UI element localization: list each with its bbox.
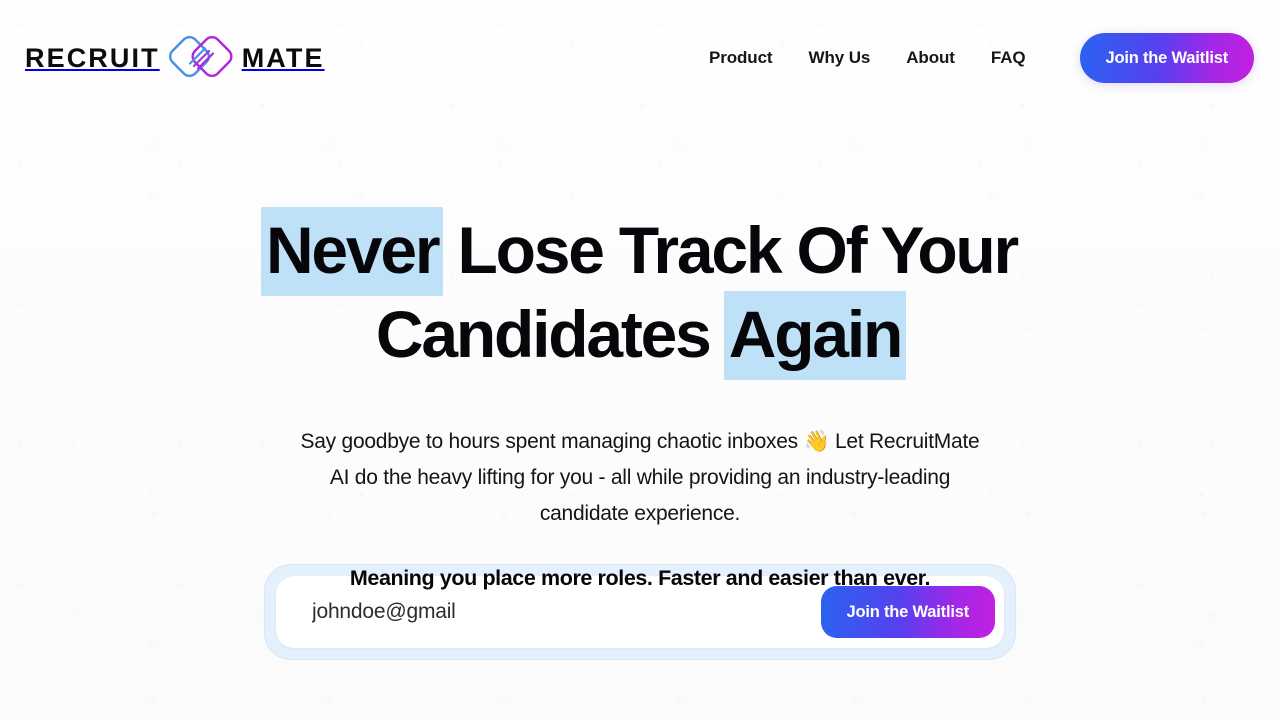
brand-word-mate: MATE xyxy=(241,42,325,73)
brand-word-recruit: RECRUIT xyxy=(25,42,160,73)
hero-title-line-2-lead: Candidates xyxy=(375,297,726,371)
main-navigation: Product Why Us About FAQ Join the Waitli… xyxy=(699,33,1254,83)
nav-item-product[interactable]: Product xyxy=(699,48,791,68)
site-header: RECRUIT MATE Product Why Us About FAQ Jo… xyxy=(0,0,1280,116)
hero-subtitle: Say goodbye to hours spent managing chao… xyxy=(300,430,980,525)
nav-item-why-us[interactable]: Why Us xyxy=(791,48,889,68)
hero-title-line-1: Never Lose Track Of Your xyxy=(0,207,1280,296)
hero-title-highlight-again: Again xyxy=(723,291,907,380)
hero-kicker-text: Meaning you place more roles. Faster and… xyxy=(349,566,931,590)
nav-item-faq[interactable]: FAQ xyxy=(973,48,1044,68)
hero-section: Never Lose Track Of Your Candidates Agai… xyxy=(0,116,1280,720)
hero-title-highlight-never: Never xyxy=(260,207,444,296)
hero-title-line-1-rest: Lose Track Of Your xyxy=(441,213,1020,287)
nav-item-about[interactable]: About xyxy=(888,48,973,68)
hero-title-line-2: Candidates Again xyxy=(0,291,1280,380)
overlapping-diamonds-logo-icon xyxy=(166,32,236,84)
brand-logo[interactable]: RECRUIT MATE xyxy=(25,34,325,82)
page-title: Never Lose Track Of Your Candidates Agai… xyxy=(0,207,1280,380)
header-join-waitlist-button[interactable]: Join the Waitlist xyxy=(1079,33,1254,83)
